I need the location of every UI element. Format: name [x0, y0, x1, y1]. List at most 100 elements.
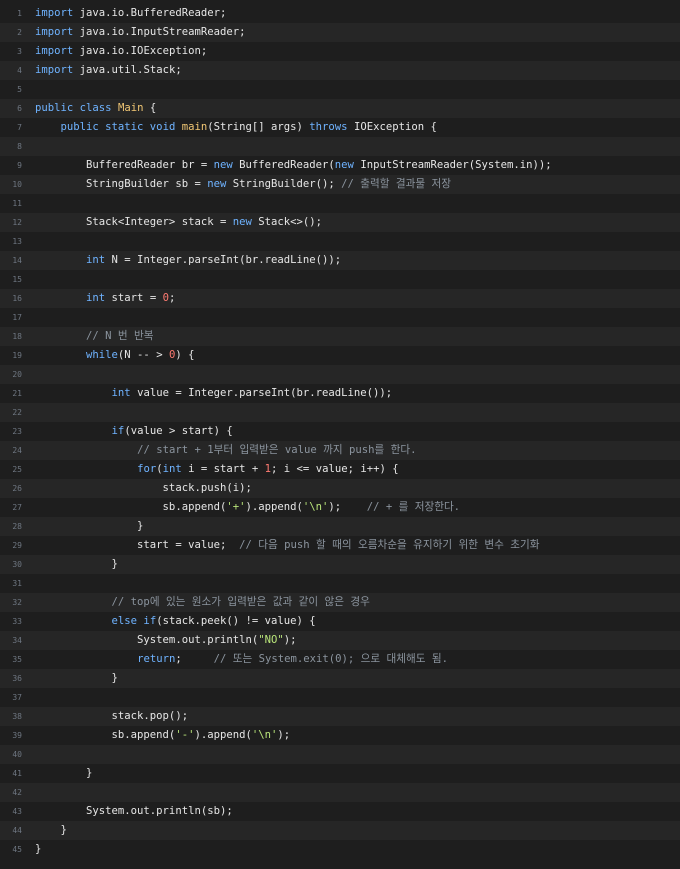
line-number: 32: [12, 598, 22, 607]
line-number: 3: [17, 47, 22, 56]
code-line[interactable]: 36 }: [0, 669, 680, 688]
code-token: }: [35, 520, 144, 532]
code-line[interactable]: 15: [0, 270, 680, 289]
code-token: if: [111, 425, 125, 437]
code-line[interactable]: 38 stack.pop();: [0, 707, 680, 726]
code-token: ).append(: [194, 729, 252, 741]
code-line[interactable]: 35 return; // 또는 System.exit(0); 으로 대체해도…: [0, 650, 680, 669]
code-token: );: [283, 634, 297, 646]
line-code: // N 번 반복: [22, 327, 680, 346]
line-code: System.out.println(sb);: [22, 802, 680, 821]
code-line[interactable]: 20: [0, 365, 680, 384]
code-line[interactable]: 28 }: [0, 517, 680, 536]
line-number: 19: [12, 351, 22, 360]
code-token: ;: [168, 292, 176, 304]
code-line[interactable]: 6 public class Main {: [0, 99, 680, 118]
code-token: '-': [175, 729, 195, 741]
code-line[interactable]: 14 int N = Integer.parseInt(br.readLine(…: [0, 251, 680, 270]
code-line[interactable]: 39 sb.append('-').append('\n');: [0, 726, 680, 745]
code-token: java.io.IOException;: [73, 45, 208, 57]
code-line[interactable]: 12 Stack<Integer> stack = new Stack<>();: [0, 213, 680, 232]
code-line[interactable]: 5: [0, 80, 680, 99]
code-token: (stack.peek() != value) {: [156, 615, 316, 627]
code-line[interactable]: 27 sb.append('+').append('\n'); // + 를 저…: [0, 498, 680, 517]
code-line[interactable]: 41 }: [0, 764, 680, 783]
line-number: 20: [12, 370, 22, 379]
code-line[interactable]: 26 stack.push(i);: [0, 479, 680, 498]
line-number: 34: [12, 636, 22, 645]
code-line[interactable]: 21 int value = Integer.parseInt(br.readL…: [0, 384, 680, 403]
code-line[interactable]: 33 else if(stack.peek() != value) {: [0, 612, 680, 631]
line-number: 16: [12, 294, 22, 303]
code-line[interactable]: 3 import java.io.IOException;: [0, 42, 680, 61]
line-number: 38: [12, 712, 22, 721]
line-number: 6: [17, 104, 22, 113]
code-line[interactable]: 18 // N 번 반복: [0, 327, 680, 346]
code-token: stack.pop();: [35, 710, 189, 722]
code-token: (N -- >: [117, 349, 169, 361]
code-line[interactable]: 8: [0, 137, 680, 156]
line-number: 45: [12, 845, 22, 854]
code-token: else if: [111, 615, 157, 627]
code-line[interactable]: 40: [0, 745, 680, 764]
code-line[interactable]: 7 public static void main(String[] args)…: [0, 118, 680, 137]
code-token: '\n': [302, 501, 329, 513]
code-line[interactable]: 24 // start + 1부터 입력받은 value 까지 push를 한다…: [0, 441, 680, 460]
line-number: 23: [12, 427, 22, 436]
code-line[interactable]: 32 // top에 있는 원소가 입력받은 값과 같이 않은 경우: [0, 593, 680, 612]
code-line[interactable]: 43 System.out.println(sb);: [0, 802, 680, 821]
code-token: i = start +: [181, 463, 265, 475]
code-line[interactable]: 25 for(int i = start + 1; i <= value; i+…: [0, 460, 680, 479]
code-line[interactable]: 23 if(value > start) {: [0, 422, 680, 441]
code-line[interactable]: 10 StringBuilder sb = new StringBuilder(…: [0, 175, 680, 194]
code-line[interactable]: 29 start = value; // 다음 push 할 때의 오름차순을 …: [0, 536, 680, 555]
code-token: }: [35, 824, 67, 836]
code-token: import: [35, 26, 74, 38]
code-line[interactable]: 34 System.out.println("NO");: [0, 631, 680, 650]
line-code: stack.pop();: [22, 707, 680, 726]
code-token: new: [232, 216, 252, 228]
code-line[interactable]: 31: [0, 574, 680, 593]
code-token: java.io.BufferedReader;: [73, 7, 227, 19]
line-number: 17: [12, 313, 22, 322]
line-number: 41: [12, 769, 22, 778]
code-token: ) {: [175, 349, 195, 361]
line-number: 28: [12, 522, 22, 531]
code-line[interactable]: 45}: [0, 840, 680, 859]
code-token: // N 번 반복: [86, 330, 154, 342]
line-number: 24: [12, 446, 22, 455]
code-line[interactable]: 19 while(N -- > 0) {: [0, 346, 680, 365]
code-line[interactable]: 4 import java.util.Stack;: [0, 61, 680, 80]
code-line[interactable]: 13: [0, 232, 680, 251]
code-token: main: [181, 121, 208, 133]
code-line[interactable]: 16 int start = 0;: [0, 289, 680, 308]
line-number: 1: [17, 9, 22, 18]
code-token: sb.append(: [35, 501, 227, 513]
code-token: Stack<>();: [251, 216, 323, 228]
code-line[interactable]: 11: [0, 194, 680, 213]
code-token: N = Integer.parseInt(br.readLine());: [105, 254, 342, 266]
code-line[interactable]: 44 }: [0, 821, 680, 840]
line-number: 36: [12, 674, 22, 683]
line-code: }: [22, 821, 680, 840]
code-editor[interactable]: 1 import java.io.BufferedReader; 2 import j…: [0, 0, 680, 869]
code-line[interactable]: 1 import java.io.BufferedReader;: [0, 4, 680, 23]
code-line[interactable]: 22: [0, 403, 680, 422]
code-token: public class: [35, 102, 112, 114]
line-code: public static void main(String[] args) t…: [22, 118, 680, 137]
code-line[interactable]: 9 BufferedReader br = new BufferedReader…: [0, 156, 680, 175]
code-line[interactable]: 17: [0, 308, 680, 327]
code-line[interactable]: 2 import java.io.InputStreamReader;: [0, 23, 680, 42]
line-number: 14: [12, 256, 22, 265]
code-token: throws: [309, 121, 348, 133]
line-number: 22: [12, 408, 22, 417]
code-token: "NO": [258, 634, 284, 646]
code-line[interactable]: 42: [0, 783, 680, 802]
code-line[interactable]: 37: [0, 688, 680, 707]
line-number: 44: [12, 826, 22, 835]
code-line[interactable]: 30 }: [0, 555, 680, 574]
line-code: import java.io.BufferedReader;: [22, 4, 680, 23]
